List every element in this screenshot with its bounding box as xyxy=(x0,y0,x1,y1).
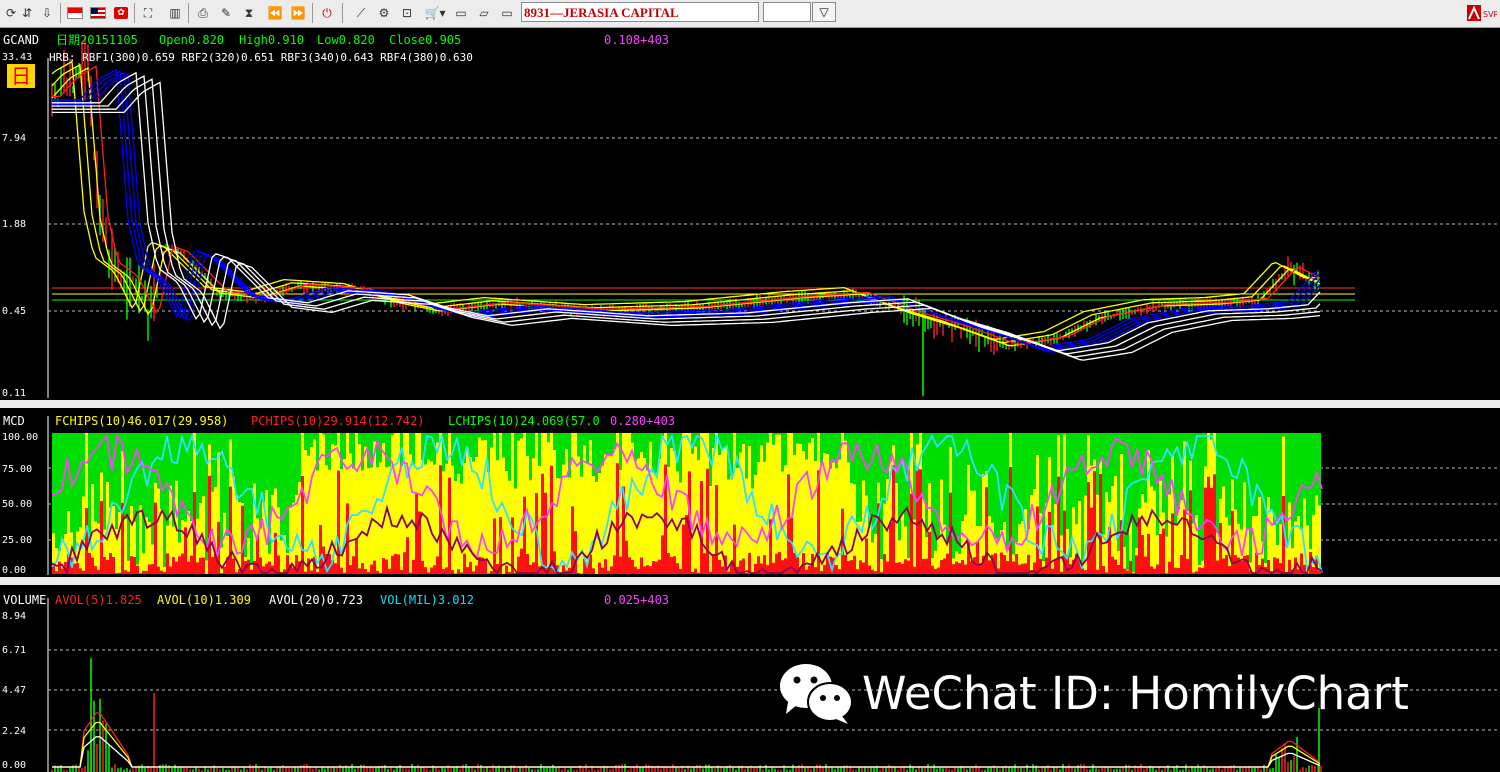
rewind-icon[interactable]: ⏪ xyxy=(266,4,284,22)
watermark-text: WeChat ID: HomilyChart xyxy=(862,666,1409,720)
bar-chart-icon[interactable]: ▥ xyxy=(166,4,184,22)
mcd-y-label: 75.00 xyxy=(2,464,33,475)
mcd-y-label: 0.00 xyxy=(2,565,27,576)
price-y-label: 7.94 xyxy=(2,133,27,144)
volume-y-label: 2.24 xyxy=(2,726,27,737)
chart-tool-icon[interactable]: ⟋ xyxy=(352,4,370,22)
price-high: High0.910 xyxy=(239,33,305,47)
price-low: Low0.820 xyxy=(317,33,375,47)
mcd-counter: 0.280+403 xyxy=(610,414,676,428)
fast-forward-icon[interactable]: ⏩ xyxy=(289,4,307,22)
chart-up-icon[interactable]: ⇵ xyxy=(18,4,36,22)
price-y-label: 33.43 xyxy=(2,52,33,63)
period-badge[interactable]: 日 xyxy=(7,64,35,88)
toolbar: ⟳ ⇵ ⇩ ✿ ⛶ ▥ ⎙ ✎ ⧗ ⏪ ⏩ ⏻ ⟋ ⚙ ⊡ 🛒▾ ▭ ▱ ▭ 8… xyxy=(0,0,1500,28)
zoom-icon[interactable]: ⊡ xyxy=(398,4,416,22)
mcd-fchips: FCHIPS(10)46.017(29.958) xyxy=(55,414,229,428)
mcd-y-label: 100.00 xyxy=(2,432,39,443)
mcd-panel-code: MCD xyxy=(3,414,25,428)
svg-text:SVR: SVR xyxy=(1483,10,1497,19)
price-y-label: 1.88 xyxy=(2,219,27,230)
download-icon[interactable]: ⇩ xyxy=(38,4,56,22)
volume-y-label: 8.94 xyxy=(2,611,27,622)
symbol-field[interactable]: 8931—JERASIA CAPITAL xyxy=(521,2,759,22)
cart-icon[interactable]: 🛒▾ xyxy=(422,4,448,22)
edit-icon[interactable]: ✎ xyxy=(217,4,235,22)
settings-icon[interactable]: ⚙ xyxy=(375,4,393,22)
flag-sg-icon[interactable] xyxy=(66,4,84,22)
price-y-label: 0.11 xyxy=(2,388,27,399)
flag-my-icon[interactable] xyxy=(89,4,107,22)
brand-logo: SVR xyxy=(1467,3,1500,23)
folder-icon[interactable]: ▭ xyxy=(452,4,470,22)
price-counter: 0.108+403 xyxy=(604,33,670,47)
volume-y-label: 6.71 xyxy=(2,645,27,656)
power-icon[interactable]: ⏻ xyxy=(318,4,336,22)
mcd-pchips: PCHIPS(10)29.914(12.742) xyxy=(251,414,425,428)
price-panel-code: GCAND xyxy=(3,33,40,47)
volume-panel-code: VOLUME xyxy=(3,593,47,607)
mcd-lchips: LCHIPS(10)24.069(57.0 xyxy=(448,414,600,428)
folder-open-icon[interactable]: ▱ xyxy=(475,4,493,22)
volume-y-label: 0.00 xyxy=(2,760,27,771)
mcd-y-label: 50.00 xyxy=(2,499,33,510)
price-open: Open0.820 xyxy=(159,33,225,47)
wechat-icon xyxy=(780,664,853,724)
flag-hk-icon[interactable]: ✿ xyxy=(112,4,130,22)
stock-chart-canvas[interactable] xyxy=(0,28,1500,772)
hourglass-icon[interactable]: ⧗ xyxy=(240,4,258,22)
mcd-y-label: 25.00 xyxy=(2,535,33,546)
volume-avol5: AVOL(5)1.825 xyxy=(55,593,142,607)
volume-y-label: 4.47 xyxy=(2,685,27,696)
volume-avol10: AVOL(10)1.309 xyxy=(157,593,251,607)
volume-counter: 0.025+403 xyxy=(604,593,670,607)
monitor-icon[interactable]: ▭ xyxy=(498,4,516,22)
symbol-extra-field[interactable] xyxy=(763,2,811,22)
chevron-down-icon[interactable]: ▽ xyxy=(812,2,836,22)
volume-avol20: AVOL(20)0.723 xyxy=(269,593,363,607)
price-close: Close0.905 xyxy=(389,33,462,47)
print-icon[interactable]: ⎙ xyxy=(194,4,212,22)
hrb-indicator-line: HRB: RBF1(300)0.659 RBF2(320)0.651 RBF3(… xyxy=(49,51,473,64)
network-icon[interactable]: ⛶ xyxy=(139,4,157,22)
watermark: WeChat ID: HomilyChart xyxy=(778,662,1409,724)
price-y-label: 0.45 xyxy=(2,306,27,317)
price-date: 日期20151105 xyxy=(56,33,138,47)
volume-vol: VOL(MIL)3.012 xyxy=(380,593,474,607)
